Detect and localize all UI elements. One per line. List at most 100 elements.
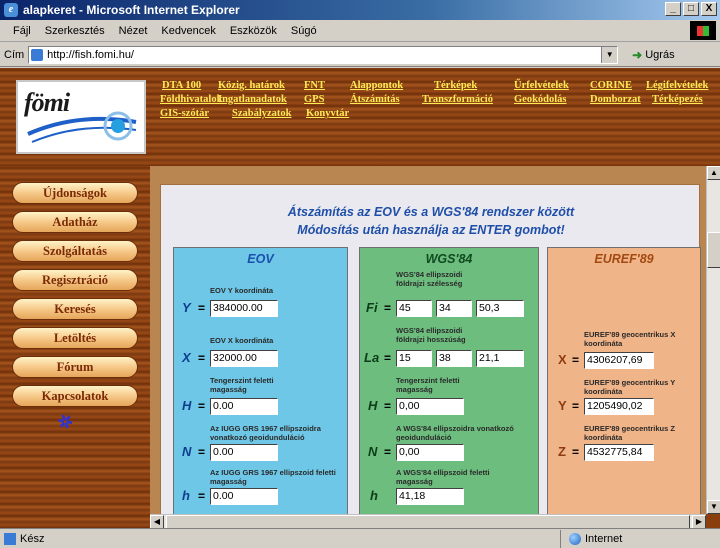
wgs-fi-sec-input[interactable]: 50,3 xyxy=(476,300,524,317)
scroll-right-icon[interactable]: ▶ xyxy=(692,515,706,529)
eov-h-label: Tengerszint feletti magasság xyxy=(210,376,274,394)
close-button[interactable]: X xyxy=(701,2,717,16)
nav-link-gps[interactable]: GPS xyxy=(304,94,350,105)
wgs-h-input[interactable]: 0,00 xyxy=(396,398,464,415)
nav-link-ingatlanadatok[interactable]: Ingatlanadatok xyxy=(218,94,304,105)
euref-y-input[interactable]: 1205490,02 xyxy=(584,398,654,415)
eov-x-input[interactable]: 32000.00 xyxy=(210,350,278,367)
menu-help[interactable]: Súgó xyxy=(284,25,324,37)
address-input[interactable]: http://fish.fomi.hu/ ▼ xyxy=(28,45,619,64)
address-bar: Cím http://fish.fomi.hu/ ▼ ➜ Ugrás xyxy=(0,43,720,67)
horizontal-scrollbar[interactable]: ◀ ▶ xyxy=(150,514,706,529)
wgs-n-input[interactable]: 0,00 xyxy=(396,444,464,461)
wgs-hh-input[interactable]: 41,18 xyxy=(396,488,464,505)
nav-link-terkepek[interactable]: Térképek xyxy=(434,80,514,91)
euref-z-input[interactable]: 4532775,84 xyxy=(584,444,654,461)
maximize-button[interactable]: □ xyxy=(683,2,699,16)
eov-title: EOV xyxy=(247,252,274,266)
scroll-thumb[interactable] xyxy=(707,232,720,268)
wgs-la-min-input[interactable]: 38 xyxy=(436,350,472,367)
nav-link-kozig-hatarok[interactable]: Közig. határok xyxy=(218,80,304,91)
fomi-logo[interactable]: fömi xyxy=(16,80,146,154)
menu-bar: Fájl Szerkesztés Nézet Kedvencek Eszközö… xyxy=(0,20,720,42)
nav-row: DTA 100 Közig. határok FNT Alappontok Té… xyxy=(160,80,720,91)
equals-sign: = xyxy=(198,351,206,365)
page-status-icon xyxy=(4,532,16,545)
wgs-fi-deg-input[interactable]: 45 xyxy=(396,300,432,317)
scroll-left-icon[interactable]: ◀ xyxy=(150,515,164,529)
nav-link-urfelvetelek[interactable]: Űrfelvételek xyxy=(514,80,590,91)
sidebar-item-letoltes[interactable]: Letöltés xyxy=(12,327,138,349)
sidebar-item-szolgaltatas[interactable]: Szolgáltatás xyxy=(12,240,138,262)
equals-sign: = xyxy=(198,489,206,503)
site-header: fömi DTA 100 Közig. határok FNT Alappont… xyxy=(0,68,720,166)
wgs-fi-min-input[interactable]: 34 xyxy=(436,300,472,317)
menu-tools[interactable]: Eszközök xyxy=(223,25,284,37)
sidebar-item-forum[interactable]: Fórum xyxy=(12,356,138,378)
wgs-fi-symbol: Fi xyxy=(366,300,378,315)
logo-swoosh-icon xyxy=(27,111,137,143)
eov-panel: EOV EOV Y koordináta Y = 384000.00 EOV X… xyxy=(173,247,348,528)
minimize-button[interactable]: _ xyxy=(665,2,681,16)
nav-link-szabalyzatok[interactable]: Szabályzatok xyxy=(232,108,306,119)
menu-edit[interactable]: Szerkesztés xyxy=(38,25,112,37)
page-icon xyxy=(31,48,44,61)
sidebar-item-kereses[interactable]: Keresés xyxy=(12,298,138,320)
address-dropdown-icon[interactable]: ▼ xyxy=(601,46,618,63)
sidebar-item-ujdonsagok[interactable]: Újdonságok xyxy=(12,182,138,204)
zone-label: Internet xyxy=(585,532,623,545)
wgs-n-symbol: N xyxy=(368,444,378,459)
menu-file[interactable]: Fájl xyxy=(6,25,38,37)
go-button[interactable]: ➜ Ugrás xyxy=(632,48,674,62)
wgs-n-label: A WGS'84 ellipszoidra vonatkozó geoidund… xyxy=(396,424,514,442)
equals-sign: = xyxy=(572,399,580,413)
euref-z-label: EUREF'89 geocentrikus Z koordináta xyxy=(584,424,675,442)
equals-sign: = xyxy=(198,445,206,459)
wgs-la-deg-input[interactable]: 15 xyxy=(396,350,432,367)
sidebar-item-kapcsolatok[interactable]: Kapcsolatok xyxy=(12,385,138,407)
nav-link-domborzat[interactable]: Domborzat xyxy=(590,94,652,105)
nav-link-corine[interactable]: CORINE xyxy=(590,80,646,91)
nav-link-konyvtar[interactable]: Konyvtár xyxy=(306,108,349,119)
eov-hh-input[interactable]: 0.00 xyxy=(210,488,278,505)
euref-x-input[interactable]: 4306207,69 xyxy=(584,352,654,369)
address-url: http://fish.fomi.hu/ xyxy=(47,48,134,61)
equals-sign: = xyxy=(384,399,392,413)
nav-link-alappontok[interactable]: Alappontok xyxy=(350,80,434,91)
nav-row: Földhivatalok Ingatlanadatok GPS Átszámí… xyxy=(160,94,720,105)
nav-link-fnt[interactable]: FNT xyxy=(304,80,350,91)
equals-sign: = xyxy=(384,351,392,365)
title-line-1: Átszámítás az EOV és a WGS'84 rendszer k… xyxy=(287,205,575,219)
eov-y-symbol: Y xyxy=(182,300,191,315)
wgs-la-sec-input[interactable]: 21,1 xyxy=(476,350,524,367)
window-controls: _ □ X xyxy=(665,2,717,16)
nav-link-atszamitas[interactable]: Átszámítás xyxy=(350,94,422,105)
eov-y-input[interactable]: 384000.00 xyxy=(210,300,278,317)
address-label: Cím xyxy=(4,48,25,61)
scroll-up-icon[interactable]: ▲ xyxy=(707,166,720,180)
scroll-down-icon[interactable]: ▼ xyxy=(707,500,720,514)
eov-y-label: EOV Y koordináta xyxy=(210,286,274,295)
vertical-scrollbar[interactable]: ▲ ▼ xyxy=(706,166,720,514)
nav-link-dta100[interactable]: DTA 100 xyxy=(162,80,218,91)
left-sidebar: Újdonságok Adatház Szolgáltatás Regisztr… xyxy=(0,166,150,528)
nav-link-foldhivatalok[interactable]: Földhivatalok xyxy=(160,94,222,105)
go-label: Ugrás xyxy=(645,48,675,61)
go-arrow-icon: ➜ xyxy=(632,47,643,62)
nav-link-transzformacio[interactable]: Transzformáció xyxy=(422,94,514,105)
eov-x-symbol: X xyxy=(182,350,191,365)
eov-n-input[interactable]: 0.00 xyxy=(210,444,278,461)
menu-favorites[interactable]: Kedvencek xyxy=(154,25,222,37)
nav-link-terkepezes[interactable]: Térképezés xyxy=(652,94,703,105)
nav-link-gis-szotar[interactable]: GIS-szótár xyxy=(160,108,232,119)
wgs-hh-symbol: h xyxy=(370,488,378,503)
menu-view[interactable]: Nézet xyxy=(112,25,155,37)
sidebar-item-adathaz[interactable]: Adatház xyxy=(12,211,138,233)
nav-link-legifelvetelek[interactable]: Légifelvételek xyxy=(646,80,708,91)
wgs-hh-label: A WGS'84 ellipszoid feletti magasság xyxy=(396,468,490,486)
sidebar-item-regisztracio[interactable]: Regisztráció xyxy=(12,269,138,291)
eov-hh-label: Az IUGG GRS 1967 ellipszoid feletti maga… xyxy=(210,468,336,486)
eov-h-input[interactable]: 0.00 xyxy=(210,398,278,415)
nav-link-geokodolas[interactable]: Geokódolás xyxy=(514,94,590,105)
hscroll-thumb[interactable] xyxy=(166,515,690,529)
